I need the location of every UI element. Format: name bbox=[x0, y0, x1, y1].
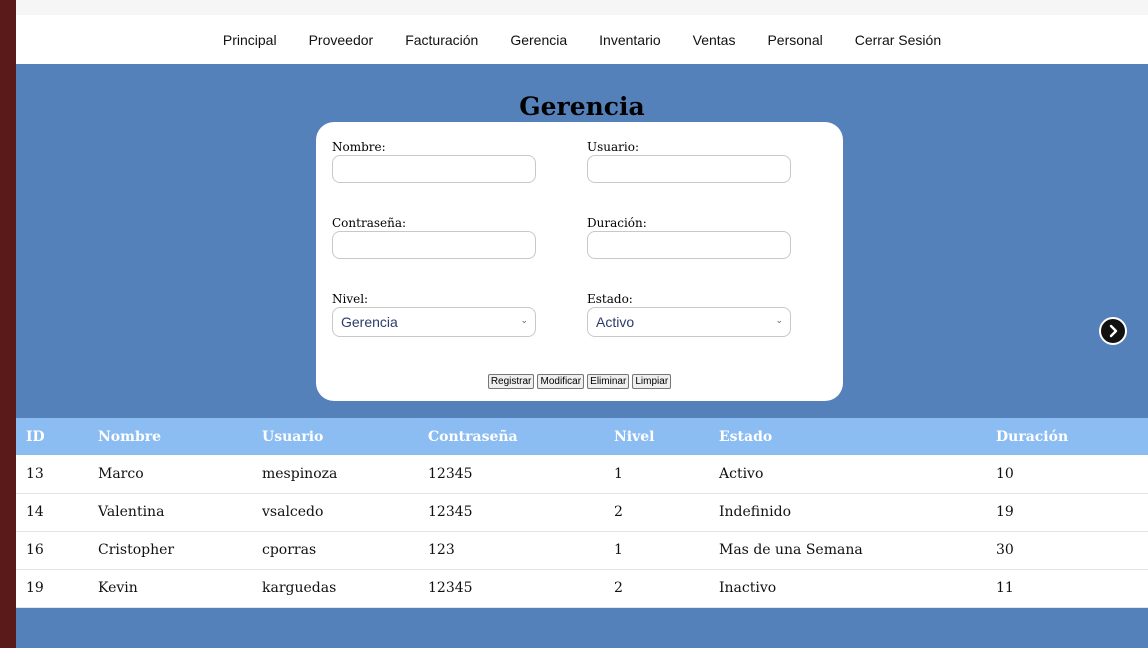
col-header-id: ID bbox=[26, 428, 45, 445]
cell-duracion: 19 bbox=[996, 504, 1014, 520]
usuario-input[interactable] bbox=[587, 155, 791, 183]
duracion-label: Duración: bbox=[587, 216, 647, 230]
cell-nombre: Valentina bbox=[98, 504, 165, 520]
cell-id: 16 bbox=[26, 542, 44, 558]
users-table: ID Nombre Usuario Contraseña Nivel Estad… bbox=[16, 418, 1148, 608]
page-title: Gerencia bbox=[519, 92, 645, 121]
limpiar-button[interactable]: Limpiar bbox=[632, 374, 672, 389]
cell-usuario: cporras bbox=[262, 542, 317, 558]
main-nav: Principal Proveedor Facturación Gerencia… bbox=[16, 15, 1148, 64]
cell-id: 13 bbox=[26, 465, 44, 482]
cell-nombre: Kevin bbox=[98, 580, 138, 596]
estado-label: Estado: bbox=[587, 292, 633, 306]
cell-contrasena: 12345 bbox=[428, 580, 473, 596]
cell-nombre: Marco bbox=[98, 465, 144, 482]
nav-item-cerrar-sesion[interactable]: Cerrar Sesión bbox=[855, 32, 941, 48]
nivel-select-wrapper: Gerencia ⌄ bbox=[332, 307, 536, 337]
registrar-button[interactable]: Registrar bbox=[487, 374, 535, 389]
nombre-label: Nombre: bbox=[332, 140, 386, 154]
cell-duracion: 11 bbox=[996, 580, 1014, 596]
cell-nivel: 2 bbox=[614, 504, 623, 520]
cell-nivel: 1 bbox=[614, 465, 623, 482]
nivel-select[interactable]: Gerencia bbox=[332, 307, 536, 337]
contrasena-field-group: Contraseña: bbox=[332, 216, 536, 259]
cell-duracion: 30 bbox=[996, 542, 1014, 558]
nombre-field-group: Nombre: bbox=[332, 140, 536, 183]
cell-contrasena: 123 bbox=[428, 542, 455, 558]
modificar-button[interactable]: Modificar bbox=[537, 374, 585, 389]
usuario-label: Usuario: bbox=[587, 140, 639, 154]
col-header-nombre: Nombre bbox=[98, 428, 162, 445]
cell-id: 14 bbox=[26, 504, 44, 520]
page: Principal Proveedor Facturación Gerencia… bbox=[16, 0, 1148, 648]
table-header-row: ID Nombre Usuario Contraseña Nivel Estad… bbox=[16, 418, 1148, 455]
table-row[interactable]: 13 Marco mespinoza 12345 1 Activo 10 bbox=[16, 455, 1148, 493]
duracion-input[interactable] bbox=[587, 231, 791, 259]
cell-estado: Inactivo bbox=[719, 580, 777, 596]
contrasena-label: Contraseña: bbox=[332, 216, 407, 230]
cell-duracion: 10 bbox=[996, 465, 1014, 482]
col-header-estado: Estado bbox=[719, 428, 773, 445]
footer-band bbox=[16, 608, 1148, 648]
contrasena-input[interactable] bbox=[332, 231, 536, 259]
nav-item-principal[interactable]: Principal bbox=[223, 32, 277, 48]
col-header-usuario: Usuario bbox=[262, 428, 324, 445]
nav-item-facturacion[interactable]: Facturación bbox=[405, 32, 478, 48]
nombre-input[interactable] bbox=[332, 155, 536, 183]
nav-item-proveedor[interactable]: Proveedor bbox=[309, 32, 374, 48]
next-slide-button[interactable] bbox=[1099, 317, 1127, 345]
cell-id: 19 bbox=[26, 580, 44, 596]
table-row[interactable]: 14 Valentina vsalcedo 12345 2 Indefinido… bbox=[16, 493, 1148, 531]
cell-estado: Mas de una Semana bbox=[719, 542, 863, 558]
duracion-field-group: Duración: bbox=[587, 216, 791, 259]
form-actions: Registrar Modificar Eliminar Limpiar bbox=[316, 369, 843, 389]
nav-item-gerencia[interactable]: Gerencia bbox=[510, 32, 567, 48]
estado-select-wrapper: Activo ⌄ bbox=[587, 307, 791, 337]
cell-estado: Activo bbox=[719, 465, 764, 482]
cell-nivel: 2 bbox=[614, 580, 623, 596]
cell-usuario: vsalcedo bbox=[262, 504, 324, 520]
top-strip bbox=[16, 0, 1148, 15]
hero-section: Gerencia Nombre: Usuario: Contraseña: Du… bbox=[16, 64, 1148, 418]
table-row[interactable]: 19 Kevin karguedas 12345 2 Inactivo 11 bbox=[16, 569, 1148, 607]
usuario-field-group: Usuario: bbox=[587, 140, 791, 183]
cell-usuario: karguedas bbox=[262, 580, 337, 596]
estado-field-group: Estado: Activo ⌄ bbox=[587, 292, 791, 337]
cell-usuario: mespinoza bbox=[262, 465, 338, 482]
chevron-right-icon bbox=[1109, 324, 1118, 338]
cell-nombre: Cristopher bbox=[98, 542, 175, 558]
cell-estado: Indefinido bbox=[719, 504, 792, 520]
nav-item-ventas[interactable]: Ventas bbox=[693, 32, 736, 48]
nivel-field-group: Nivel: Gerencia ⌄ bbox=[332, 292, 536, 337]
eliminar-button[interactable]: Eliminar bbox=[587, 374, 630, 389]
cell-contrasena: 12345 bbox=[428, 465, 473, 482]
nav-item-personal[interactable]: Personal bbox=[767, 32, 822, 48]
nivel-label: Nivel: bbox=[332, 292, 369, 306]
col-header-duracion: Duración bbox=[996, 428, 1069, 445]
table-row[interactable]: 16 Cristopher cporras 123 1 Mas de una S… bbox=[16, 531, 1148, 569]
col-header-contrasena: Contraseña bbox=[428, 428, 518, 445]
user-form-card: Nombre: Usuario: Contraseña: Duración: N… bbox=[316, 122, 843, 401]
cell-nivel: 1 bbox=[614, 542, 623, 558]
estado-select[interactable]: Activo bbox=[587, 307, 791, 337]
cell-contrasena: 12345 bbox=[428, 504, 473, 520]
nav-item-inventario[interactable]: Inventario bbox=[599, 32, 660, 48]
col-header-nivel: Nivel bbox=[614, 428, 655, 445]
